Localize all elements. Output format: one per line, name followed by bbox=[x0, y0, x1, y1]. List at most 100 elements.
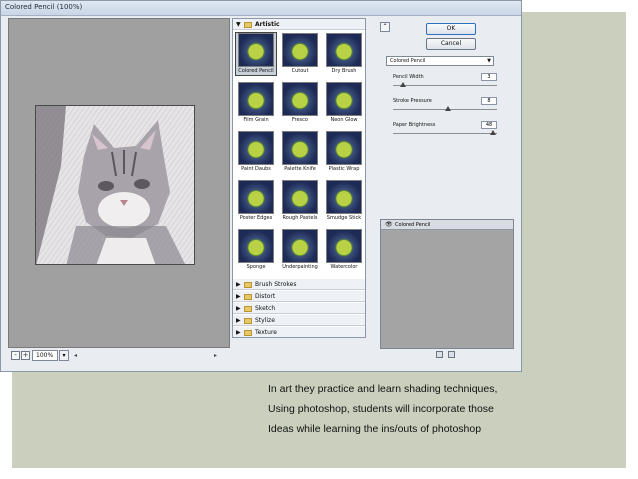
scroll-right-icon[interactable]: ▸ bbox=[214, 352, 217, 359]
new-effect-layer-icon[interactable] bbox=[436, 351, 443, 358]
category-distort[interactable]: ▶ Distort bbox=[233, 291, 365, 302]
param-slider-stroke-pressure[interactable] bbox=[393, 106, 497, 111]
category-stylize[interactable]: ▶ Stylize bbox=[233, 315, 365, 326]
folder-icon bbox=[244, 330, 252, 336]
filter-thumb-paint-daubs[interactable]: Paint Daubs bbox=[236, 131, 276, 173]
expanded-arrow-icon: ▼ bbox=[236, 21, 241, 28]
folder-icon bbox=[244, 306, 252, 312]
effect-layers-panel: 👁 Colored Pencil bbox=[380, 219, 514, 349]
category-label: Artistic bbox=[255, 21, 280, 28]
filter-gallery: ▼ Artistic Colored Pencil Cutout Dry Brush… bbox=[232, 18, 366, 363]
filter-thumb-dry-brush[interactable]: Dry Brush bbox=[324, 33, 364, 75]
filter-thumb-watercolor[interactable]: Watercolor bbox=[324, 229, 364, 271]
filter-thumb-label: Colored Pencil bbox=[238, 68, 274, 74]
ok-button[interactable]: OK bbox=[426, 23, 476, 35]
category-artistic[interactable]: ▼ Artistic bbox=[233, 19, 365, 30]
filter-thumb-label: Rough Pastels bbox=[282, 215, 318, 221]
filter-preview-image bbox=[326, 131, 362, 165]
folder-icon bbox=[244, 294, 252, 300]
category-label: Distort bbox=[255, 293, 276, 300]
filter-preview-image bbox=[238, 82, 274, 116]
filter-thumb-label: Palette Knife bbox=[284, 166, 316, 172]
preview-pane[interactable] bbox=[8, 18, 230, 348]
layers-footer bbox=[436, 351, 460, 359]
preview-footer: - + 100% ▾ ◂ ▸ bbox=[8, 349, 230, 363]
filter-preview-image bbox=[326, 33, 362, 67]
filter-thumb-underpainting[interactable]: Underpainting bbox=[280, 229, 320, 271]
window-title: Colored Pencil (100%) bbox=[5, 3, 83, 11]
category-label: Stylize bbox=[255, 317, 275, 324]
filter-thumb-sponge[interactable]: Sponge bbox=[236, 229, 276, 271]
zoom-dropdown-button[interactable]: ▾ bbox=[59, 350, 69, 361]
caption-line-2: Using photoshop, students will incorpora… bbox=[268, 403, 494, 415]
param-value-pencil-width[interactable]: 3 bbox=[481, 73, 497, 81]
eye-icon[interactable]: 👁 bbox=[385, 220, 393, 230]
filter-select[interactable]: Colored Pencil ▼ bbox=[386, 56, 494, 66]
filter-preview-image bbox=[282, 180, 318, 214]
filter-preview-image bbox=[326, 229, 362, 263]
zoom-out-button[interactable]: - bbox=[11, 351, 20, 360]
filter-thumb-label: Watercolor bbox=[330, 264, 358, 270]
category-sketch[interactable]: ▶ Sketch bbox=[233, 303, 365, 314]
filter-thumb-label: Fresco bbox=[292, 117, 308, 123]
filter-thumb-label: Plastic Wrap bbox=[328, 166, 360, 172]
slider-knob[interactable] bbox=[445, 106, 452, 111]
filter-thumb-label: Paint Daubs bbox=[241, 166, 271, 172]
category-label: Sketch bbox=[255, 305, 276, 312]
filter-thumb-colored-pencil[interactable]: Colored Pencil bbox=[235, 32, 277, 76]
param-label-pencil-width: Pencil Width bbox=[393, 74, 424, 80]
filter-preview-image bbox=[238, 229, 274, 263]
title-bar[interactable]: Colored Pencil (100%) bbox=[1, 1, 521, 16]
filter-thumb-neon-glow[interactable]: Neon Glow bbox=[324, 82, 364, 124]
filter-thumb-poster-edges[interactable]: Poster Edges bbox=[236, 180, 276, 222]
filter-thumb-label: Sponge bbox=[246, 264, 266, 270]
filter-preview-image bbox=[282, 229, 318, 263]
filter-thumb-label: Cutout bbox=[291, 68, 309, 74]
filter-thumb-palette-knife[interactable]: Palette Knife bbox=[280, 131, 320, 173]
filter-preview-image bbox=[326, 180, 362, 214]
filter-thumb-label: Smudge Stick bbox=[326, 215, 362, 221]
filter-thumb-rough-pastels[interactable]: Rough Pastels bbox=[280, 180, 320, 222]
collapsed-arrow-icon: ▶ bbox=[236, 317, 241, 324]
folder-icon bbox=[244, 22, 252, 28]
scroll-left-icon[interactable]: ◂ bbox=[74, 352, 77, 359]
filter-thumb-cutout[interactable]: Cutout bbox=[280, 33, 320, 75]
param-value-paper-brightness[interactable]: 48 bbox=[481, 121, 497, 129]
param-slider-pencil-width[interactable] bbox=[393, 82, 497, 87]
collapsed-arrow-icon: ▶ bbox=[236, 305, 241, 312]
filter-thumb-label: Dry Brush bbox=[331, 68, 357, 74]
slider-knob[interactable] bbox=[400, 82, 407, 87]
zoom-in-button[interactable]: + bbox=[21, 351, 30, 360]
filter-thumb-fresco[interactable]: Fresco bbox=[280, 82, 320, 124]
filter-preview-image bbox=[326, 82, 362, 116]
filter-thumb-label: Neon Glow bbox=[330, 117, 358, 123]
slider-knob[interactable] bbox=[489, 130, 496, 135]
filter-thumb-label: Film Grain bbox=[243, 117, 269, 123]
filter-preview-image bbox=[238, 180, 274, 214]
chevron-down-icon: ▼ bbox=[487, 58, 491, 64]
caption-line-1: In art they practice and learn shading t… bbox=[268, 383, 498, 395]
collapse-gallery-button[interactable]: ⌃ bbox=[380, 22, 390, 32]
gallery-empty-area bbox=[232, 337, 366, 363]
collapsed-arrow-icon: ▶ bbox=[236, 293, 241, 300]
filter-thumb-film-grain[interactable]: Film Grain bbox=[236, 82, 276, 124]
zoom-level-field[interactable]: 100% bbox=[32, 350, 58, 361]
folder-icon bbox=[244, 318, 252, 324]
category-brush-strokes[interactable]: ▶ Brush Strokes bbox=[233, 279, 365, 290]
cancel-button[interactable]: Cancel bbox=[426, 38, 476, 50]
param-value-stroke-pressure[interactable]: 8 bbox=[481, 97, 497, 105]
effect-layer-row[interactable]: 👁 Colored Pencil bbox=[381, 220, 513, 230]
category-label: Brush Strokes bbox=[255, 281, 297, 288]
filter-preview-image bbox=[282, 131, 318, 165]
filter-preview-image bbox=[238, 33, 274, 67]
effect-layer-name: Colored Pencil bbox=[395, 222, 431, 228]
trash-icon[interactable] bbox=[448, 351, 455, 358]
filter-thumb-label: Poster Edges bbox=[239, 215, 273, 221]
preview-image bbox=[35, 105, 195, 265]
filter-thumb-smudge-stick[interactable]: Smudge Stick bbox=[324, 180, 364, 222]
collapsed-arrow-icon: ▶ bbox=[236, 281, 241, 288]
folder-icon bbox=[244, 282, 252, 288]
filter-thumb-plastic-wrap[interactable]: Plastic Wrap bbox=[324, 131, 364, 173]
filter-preview-image bbox=[282, 33, 318, 67]
param-slider-paper-brightness[interactable] bbox=[393, 130, 497, 135]
